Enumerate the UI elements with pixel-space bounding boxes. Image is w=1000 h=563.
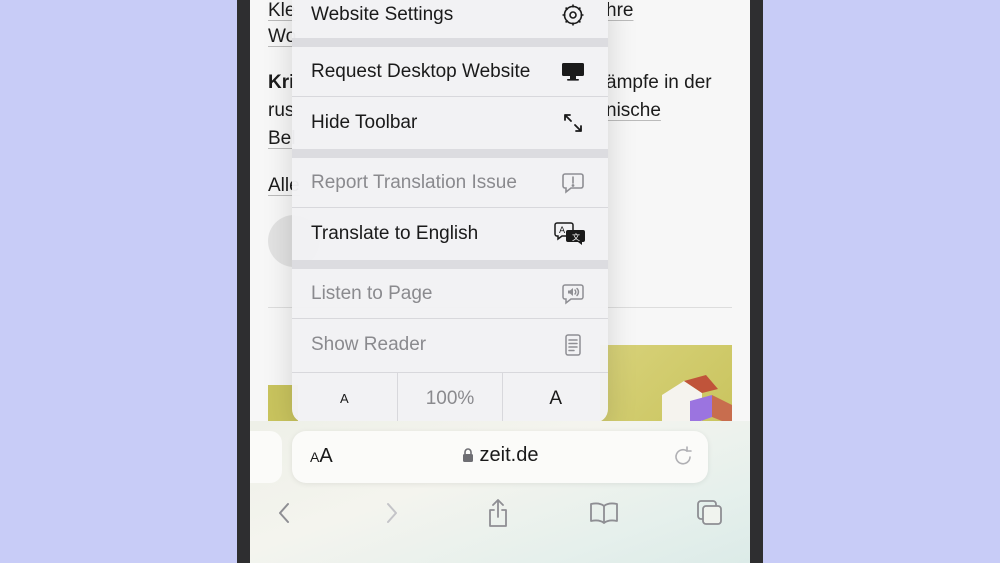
menu-separator [292, 207, 608, 208]
page-menu: Website Settings Request Desktop Website… [292, 0, 608, 423]
url-display[interactable]: zeit.de [292, 444, 708, 469]
menu-item-label: Translate to English [311, 223, 479, 244]
url-text: zeit.de [479, 444, 539, 466]
menu-item-report-translation[interactable]: Report Translation Issue [292, 158, 608, 208]
menu-group-gap [292, 260, 608, 269]
speaker-bubble-icon [560, 281, 586, 307]
reader-icon [560, 332, 586, 358]
article-link[interactable]: hre [606, 0, 633, 22]
gear-icon [560, 2, 586, 28]
translate-icon: A 文 [554, 221, 586, 247]
menu-item-label: Show Reader [311, 334, 427, 355]
address-bar[interactable]: AA zeit.de [292, 431, 708, 483]
decrease-font-button[interactable]: A [292, 373, 398, 423]
svg-text:A: A [559, 226, 566, 236]
share-icon [489, 499, 507, 527]
menu-group-gap [292, 149, 608, 158]
menu-item-show-reader[interactable]: Show Reader [292, 320, 608, 370]
chevron-right-icon [387, 503, 397, 523]
desktop-icon [560, 59, 586, 85]
menu-item-website-settings[interactable]: Website Settings [292, 0, 608, 40]
tabs-icon [697, 500, 722, 525]
article-text: rus [268, 100, 295, 121]
menu-item-label: Request Desktop Website [311, 61, 531, 82]
zoom-level: 100% [398, 373, 504, 423]
chevron-left-icon [279, 503, 289, 523]
article-text: ämpfe in der [606, 72, 712, 93]
menu-item-listen[interactable]: Listen to Page [292, 269, 608, 319]
back-button[interactable] [266, 495, 302, 531]
article-heading: Kri [268, 72, 295, 93]
share-button[interactable] [480, 495, 516, 531]
illustration-icon [662, 375, 732, 425]
expand-arrows-icon [560, 110, 586, 136]
font-size-controls: A 100% A [292, 372, 608, 423]
tabs-button[interactable] [692, 495, 728, 531]
forward-button[interactable] [374, 495, 410, 531]
menu-item-translate[interactable]: Translate to English A 文 [292, 209, 608, 259]
menu-item-label: Hide Toolbar [311, 112, 418, 133]
article-link[interactable]: nische [606, 100, 661, 122]
menu-item-label: Report Translation Issue [311, 172, 517, 193]
svg-text:文: 文 [572, 232, 580, 242]
book-icon [590, 502, 618, 524]
menu-separator [292, 96, 608, 97]
menu-item-request-desktop[interactable]: Request Desktop Website [292, 47, 608, 97]
menu-group-gap [292, 38, 608, 47]
increase-font-button[interactable]: A [503, 373, 608, 423]
menu-item-label: Website Settings [311, 4, 454, 25]
navigation-bar [250, 495, 750, 531]
lock-icon [462, 446, 474, 469]
article-image[interactable] [600, 345, 732, 425]
menu-item-label: Listen to Page [311, 283, 433, 304]
reload-icon[interactable] [672, 444, 694, 473]
exclamation-bubble-icon [560, 170, 586, 196]
bookmarks-button[interactable] [586, 495, 622, 531]
menu-item-hide-toolbar[interactable]: Hide Toolbar [292, 98, 608, 148]
previous-tab-bar[interactable] [250, 431, 282, 483]
menu-separator [292, 318, 608, 319]
